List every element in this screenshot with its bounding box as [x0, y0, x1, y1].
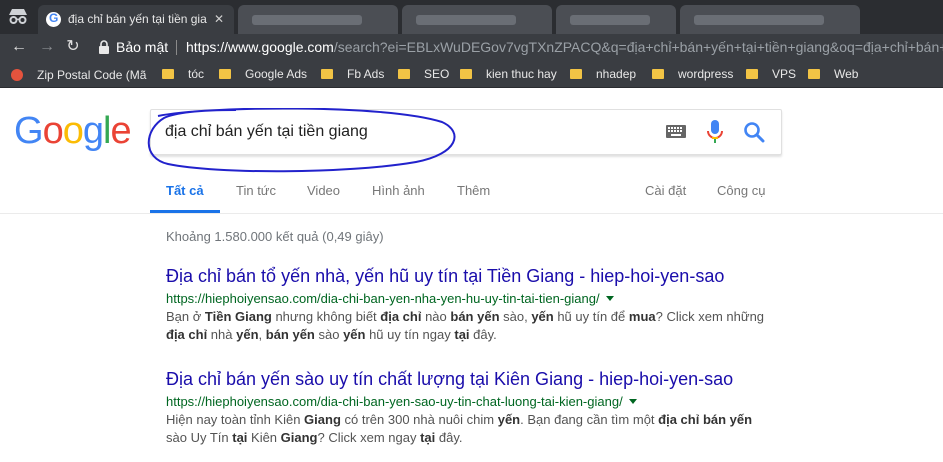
result-snippet: Bạn ở Tiền Giang nhưng không biết địa ch…	[166, 309, 765, 342]
bookmark-web[interactable]: Web	[808, 67, 858, 81]
search-icon[interactable]	[743, 121, 765, 143]
bookmarks-bar: Zip Postal Code (Mã tóc Google Ads Fb Ad…	[0, 62, 943, 88]
tab-2[interactable]	[238, 5, 398, 34]
microphone-icon[interactable]	[707, 120, 723, 144]
url-dropdown-icon[interactable]	[628, 399, 637, 404]
browser-toolbar: ← → ↻ Bảo mật https://www.google.com/sea…	[0, 34, 943, 62]
bookmark-toc[interactable]: tóc	[162, 67, 204, 81]
folder-icon	[652, 69, 664, 79]
tab-4[interactable]	[556, 5, 676, 34]
bookmark-vps[interactable]: VPS	[746, 67, 796, 81]
folder-icon	[808, 69, 820, 79]
folder-icon	[398, 69, 410, 79]
folder-icon	[570, 69, 582, 79]
folder-icon	[746, 69, 758, 79]
result-url: https://hiephoiyensao.com/dia-chi-ban-ye…	[166, 394, 826, 409]
browser-tab-strip: G địa chỉ bán yến tại tiền gia ✕	[0, 0, 943, 34]
forward-icon[interactable]: →	[36, 36, 58, 58]
tab-all[interactable]: Tất cả	[166, 183, 204, 198]
google-logo[interactable]: Google	[14, 110, 132, 153]
reload-icon[interactable]: ↻	[62, 36, 84, 58]
back-icon[interactable]: ←	[8, 36, 30, 58]
active-tab-indicator	[150, 210, 220, 213]
tab-tools[interactable]: Công cụ	[717, 183, 765, 198]
result-title-link[interactable]: Địa chỉ bán tổ yến nhà, yến hũ uy tín tạ…	[166, 266, 826, 287]
bookmark-seo[interactable]: SEO	[398, 67, 449, 81]
url-dropdown-icon[interactable]	[605, 296, 614, 301]
result-url: https://hiephoiyensao.com/dia-chi-ban-ye…	[166, 291, 826, 306]
tab-settings[interactable]: Cài đặt	[645, 183, 686, 198]
keyboard-icon[interactable]	[666, 125, 686, 138]
result-title-link[interactable]: Địa chỉ bán yến sào uy tín chất lượng tạ…	[166, 369, 826, 390]
tab-3[interactable]	[402, 5, 552, 34]
tab-more[interactable]: Thêm	[457, 183, 490, 198]
incognito-icon	[9, 9, 27, 24]
bookmark-kien-thuc-hay[interactable]: kien thuc hay	[460, 67, 557, 81]
url-text[interactable]: https://www.google.com/search?ei=EBLxWuD…	[186, 39, 943, 55]
bookmark-zip-postal-code[interactable]: Zip Postal Code (Mã	[11, 67, 146, 82]
bookmark-nhadep[interactable]: nhadep	[570, 67, 636, 81]
bookmark-google-ads[interactable]: Google Ads	[219, 67, 307, 81]
search-result: Địa chỉ bán tổ yến nhà, yến hũ uy tín tạ…	[166, 266, 826, 344]
folder-icon	[162, 69, 174, 79]
tab-news[interactable]: Tin tức	[236, 183, 276, 198]
address-separator	[176, 40, 177, 55]
tab-5[interactable]	[680, 5, 860, 34]
search-box	[150, 109, 782, 155]
tab-close-icon[interactable]: ✕	[214, 12, 224, 26]
tab-title: địa chỉ bán yến tại tiền gia	[68, 12, 207, 26]
url-host: https://www.google.com	[186, 39, 334, 55]
result-snippet: Hiện nay toàn tỉnh Kiên Giang có trên 30…	[166, 412, 753, 445]
search-result: Địa chỉ bán yến sào uy tín chất lượng tạ…	[166, 369, 826, 447]
address-bar[interactable]: Bảo mật https://www.google.com/search?ei…	[92, 35, 943, 60]
folder-icon	[321, 69, 333, 79]
bookmark-wordpress[interactable]: wordpress	[652, 67, 733, 81]
folder-icon	[219, 69, 231, 79]
secure-label: Bảo mật	[116, 39, 169, 55]
search-tabs: Tất cả Tin tức Video Hình ảnh Thêm Cài đ…	[0, 172, 943, 214]
folder-icon	[460, 69, 472, 79]
tab-images[interactable]: Hình ảnh	[372, 183, 425, 198]
bookmark-fb-ads[interactable]: Fb Ads	[321, 67, 384, 81]
google-favicon-icon: G	[46, 11, 61, 27]
url-path: /search?ei=EBLxWuDEGov7vgTXnZPACQ&q=địa+…	[333, 39, 943, 55]
tab-active[interactable]: G địa chỉ bán yến tại tiền gia ✕	[38, 5, 234, 34]
zip-icon	[11, 69, 23, 81]
search-input[interactable]	[165, 120, 645, 144]
result-stats: Khoảng 1.580.000 kết quả (0,49 giây)	[166, 229, 384, 244]
lock-icon	[99, 40, 109, 54]
tab-video[interactable]: Video	[307, 183, 340, 198]
